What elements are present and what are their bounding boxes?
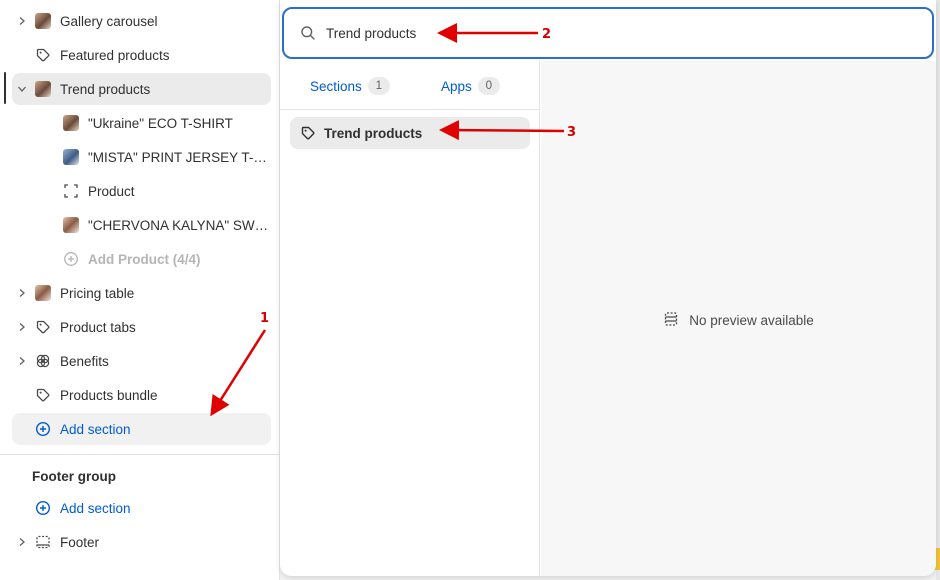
sidebar-item-benefits[interactable]: Benefits bbox=[12, 345, 271, 377]
tab-label: Sections bbox=[310, 78, 362, 94]
search-icon bbox=[300, 25, 316, 46]
product-thumbnail-icon bbox=[62, 148, 80, 166]
add-product-label: Add Product (4/4) bbox=[88, 251, 201, 267]
product-thumbnail-icon bbox=[62, 114, 80, 132]
add-section-label: Add section bbox=[60, 421, 131, 437]
sidebar-item-products-bundle[interactable]: Products bundle bbox=[12, 379, 271, 411]
sidebar-item-pricing-table[interactable]: Pricing table bbox=[12, 277, 271, 309]
chevron-down-icon[interactable] bbox=[16, 83, 28, 95]
sidebar-item-product-tabs[interactable]: Product tabs bbox=[12, 311, 271, 343]
sidebar-item-label: Product bbox=[88, 183, 135, 199]
sidebar-item-label: Trend products bbox=[60, 81, 151, 97]
tab-sections[interactable]: Sections 1 bbox=[310, 76, 390, 96]
tab-apps[interactable]: Apps 0 bbox=[441, 76, 500, 96]
preview-pane: No preview available bbox=[541, 61, 936, 576]
tag-icon bbox=[300, 125, 316, 146]
footer-group-title: Footer group bbox=[32, 469, 116, 484]
result-tabs: Sections 1 Apps 0 bbox=[280, 61, 540, 110]
chevron-right-icon[interactable] bbox=[16, 287, 28, 299]
sidebar-item-featured-products[interactable]: Featured products bbox=[12, 39, 271, 71]
chevron-right-icon[interactable] bbox=[16, 536, 28, 548]
group-divider bbox=[0, 454, 280, 455]
sidebar-item-product-ukraine[interactable]: "Ukraine" ECO T-SHIRT bbox=[12, 107, 271, 139]
canvas-edge bbox=[936, 0, 940, 580]
add-section-label: Add section bbox=[60, 500, 131, 516]
footer-layout-icon bbox=[34, 533, 52, 551]
result-item-trend-products[interactable]: Trend products bbox=[290, 117, 530, 149]
product-placeholder-icon bbox=[62, 182, 80, 200]
sidebar-item-footer[interactable]: Footer bbox=[12, 526, 271, 558]
sidebar-item-label: Gallery carousel bbox=[60, 13, 158, 29]
benefits-icon bbox=[34, 352, 52, 370]
active-indicator bbox=[4, 72, 6, 104]
sidebar-item-label: Footer bbox=[60, 534, 100, 550]
layout-icon bbox=[663, 311, 679, 330]
search-input[interactable] bbox=[326, 21, 886, 45]
sidebar-item-label: Pricing table bbox=[60, 285, 135, 301]
chevron-right-icon[interactable] bbox=[16, 321, 28, 333]
add-section-button[interactable]: Add section bbox=[12, 413, 271, 445]
section-thumbnail-icon bbox=[34, 80, 52, 98]
no-preview-text: No preview available bbox=[689, 313, 814, 328]
sidebar-item-label: "Ukraine" ECO T-SHIRT bbox=[88, 115, 233, 131]
add-product-button[interactable]: Add Product (4/4) bbox=[12, 243, 271, 275]
chevron-right-icon[interactable] bbox=[16, 15, 28, 27]
sidebar-item-gallery-carousel[interactable]: Gallery carousel bbox=[12, 5, 271, 37]
sidebar-item-product-empty[interactable]: Product bbox=[12, 175, 271, 207]
add-section-popover: Sections 1 Apps 0 Trend products No prev… bbox=[280, 0, 936, 576]
chevron-right-icon[interactable] bbox=[16, 355, 28, 367]
tag-icon bbox=[34, 386, 52, 404]
sidebar-item-label: Product tabs bbox=[60, 319, 136, 335]
search-box[interactable] bbox=[282, 7, 934, 59]
sidebar-item-trend-products[interactable]: Trend products bbox=[12, 73, 271, 105]
plus-circle-icon bbox=[34, 420, 52, 438]
sidebar-item-label: Products bundle bbox=[60, 387, 158, 403]
plus-circle-icon bbox=[34, 499, 52, 517]
count-badge: 1 bbox=[367, 77, 390, 95]
tag-icon bbox=[34, 318, 52, 336]
plus-circle-icon bbox=[62, 250, 80, 268]
sidebar-item-label: Featured products bbox=[60, 47, 170, 63]
sidebar-item-label: Benefits bbox=[60, 353, 109, 369]
sidebar-item-label: "MISTA" PRINT JERSEY T-S... bbox=[88, 149, 272, 165]
section-thumbnail-icon bbox=[34, 284, 52, 302]
tab-label: Apps bbox=[441, 78, 472, 94]
sidebar-item-product-chervona[interactable]: "CHERVONA KALYNA" SWE... bbox=[12, 209, 272, 241]
sidebar-item-product-mista[interactable]: "MISTA" PRINT JERSEY T-S... bbox=[12, 141, 272, 173]
count-badge: 0 bbox=[477, 77, 500, 95]
tag-icon bbox=[34, 46, 52, 64]
section-thumbnail-icon bbox=[34, 12, 52, 30]
product-thumbnail-icon bbox=[62, 216, 80, 234]
sidebar-item-label: "CHERVONA KALYNA" SWE... bbox=[88, 217, 272, 233]
results-column: Sections 1 Apps 0 Trend products bbox=[280, 61, 540, 576]
footer-add-section-button[interactable]: Add section bbox=[12, 492, 271, 524]
no-preview-message: No preview available bbox=[541, 311, 936, 330]
result-label: Trend products bbox=[324, 125, 423, 141]
section-sidebar: Gallery carousel Featured products Trend… bbox=[0, 0, 280, 580]
